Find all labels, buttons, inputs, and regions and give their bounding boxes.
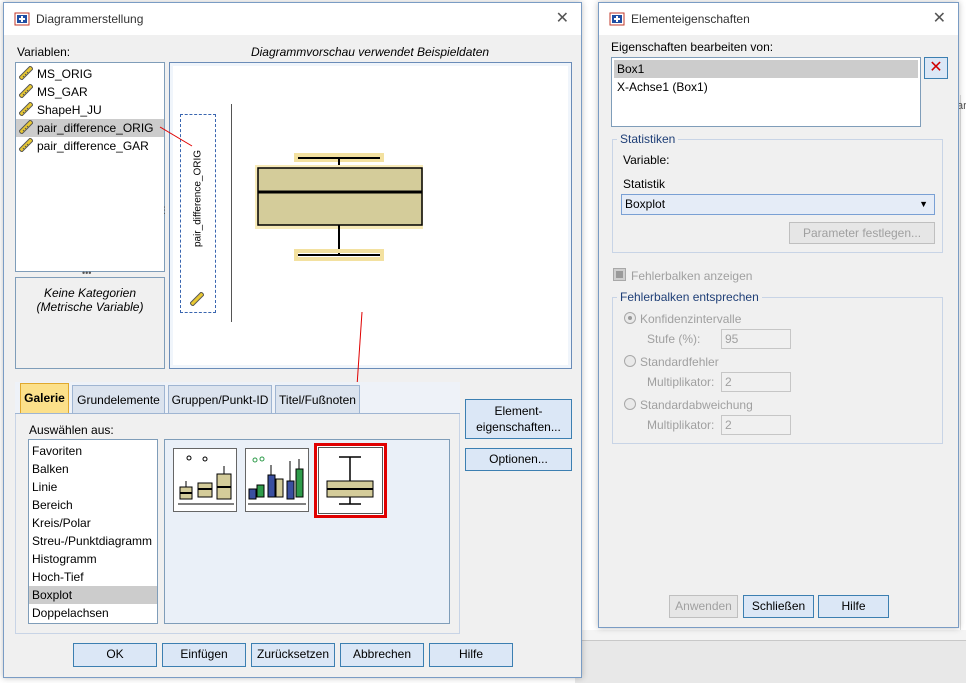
- clustered-boxplot-thumbnail[interactable]: [245, 448, 309, 512]
- chart-type-item[interactable]: Boxplot: [29, 586, 157, 604]
- spss-app-icon: [609, 11, 625, 27]
- spss-app-icon: [14, 11, 30, 27]
- tab-titles-footnotes[interactable]: Titel/Fußnoten: [275, 385, 360, 413]
- cancel-button[interactable]: Abbrechen: [340, 643, 424, 667]
- chart-type-item[interactable]: Histogramm: [29, 550, 157, 568]
- simple-boxplot-thumbnail[interactable]: [173, 448, 237, 512]
- error-bars-group-title: Fehlerbalken entsprechen: [617, 290, 762, 304]
- standard-deviation-multiplier-label: Multiplikator:: [647, 418, 715, 432]
- ok-button[interactable]: OK: [73, 643, 157, 667]
- variable-label: Variable:: [623, 153, 670, 167]
- no-categories-text: Keine Kategorien: [43, 286, 137, 300]
- scale-ruler-icon: [18, 119, 34, 135]
- delete-element-icon[interactable]: ✕: [924, 57, 948, 79]
- statistic-select[interactable]: Boxplot ▼: [621, 194, 935, 215]
- statistic-label: Statistik: [623, 177, 666, 191]
- confidence-intervals-label: Konfidenzintervalle: [640, 312, 742, 326]
- chart-type-item[interactable]: Favoriten: [29, 442, 157, 460]
- metric-variable-text: (Metrische Variable): [36, 300, 144, 314]
- variables-label: Variablen:: [17, 45, 71, 59]
- splitter-dots-icon[interactable]: •••: [82, 269, 102, 278]
- variable-item[interactable]: MS_ORIG: [16, 65, 164, 83]
- variable-item[interactable]: MS_GAR: [16, 83, 164, 101]
- variable-item[interactable]: pair_difference_ORIG: [16, 119, 164, 137]
- help-button-right[interactable]: Hilfe: [818, 595, 889, 618]
- statistics-group-title: Statistiken: [617, 132, 679, 146]
- preview-caption: Diagrammvorschau verwendet Beispieldaten: [250, 45, 490, 59]
- variable-item[interactable]: ShapeH_JU: [16, 101, 164, 119]
- close-icon[interactable]: ✕: [933, 11, 946, 27]
- variable-item-label: MS_ORIG: [37, 67, 93, 81]
- variable-item-label: pair_difference_ORIG: [37, 121, 154, 135]
- paste-button[interactable]: Einfügen: [162, 643, 246, 667]
- element-properties-title: Elementeigenschaften: [631, 12, 750, 26]
- standard-deviation-radio[interactable]: [624, 398, 636, 410]
- set-parameters-button[interactable]: Parameter festlegen...: [789, 222, 935, 244]
- chart-type-item[interactable]: Streu-/Punktdiagramm: [29, 532, 157, 550]
- help-button[interactable]: Hilfe: [429, 643, 513, 667]
- tab-groups-point-id[interactable]: Gruppen/Punkt-ID: [168, 385, 272, 413]
- chart-type-item[interactable]: Balken: [29, 460, 157, 478]
- scale-ruler-icon: [18, 65, 34, 81]
- chart-type-item[interactable]: Bereich: [29, 496, 157, 514]
- scale-ruler-icon: [18, 83, 34, 99]
- standard-error-multiplier-input[interactable]: 2: [721, 372, 791, 392]
- element-item-x-axis[interactable]: X-Achse1 (Box1): [614, 78, 918, 96]
- chart-type-list[interactable]: Favoriten Balken Linie Bereich Kreis/Polar St…: [28, 439, 158, 624]
- edit-properties-label: Eigenschaften bearbeiten von:: [611, 40, 774, 54]
- standard-error-radio[interactable]: [624, 355, 636, 367]
- close-button[interactable]: Schließen: [743, 595, 814, 618]
- element-properties-line1: Element-: [494, 404, 543, 418]
- standard-error-multiplier-label: Multiplikator:: [647, 375, 715, 389]
- variable-item-label: pair_difference_GAR: [37, 139, 149, 153]
- confidence-intervals-radio[interactable]: [624, 312, 636, 324]
- chart-type-item[interactable]: Hoch-Tief: [29, 568, 157, 586]
- tab-basic-elements[interactable]: Grundelemente: [72, 385, 165, 413]
- close-icon[interactable]: ✕: [556, 11, 569, 27]
- chart-builder-title: Diagrammerstellung: [36, 12, 144, 26]
- chevron-down-icon: ▼: [919, 199, 928, 209]
- chart-type-item[interactable]: Kreis/Polar: [29, 514, 157, 532]
- level-input[interactable]: 95: [721, 329, 791, 349]
- chart-type-item[interactable]: Linie: [29, 478, 157, 496]
- element-properties-line2: eigenschaften...: [476, 420, 561, 434]
- options-button[interactable]: Optionen...: [465, 448, 572, 471]
- standard-error-label: Standardfehler: [640, 355, 719, 369]
- tab-gallery[interactable]: Galerie: [20, 383, 69, 413]
- element-list[interactable]: Box1 X-Achse1 (Box1): [611, 57, 921, 127]
- error-bars-label: Fehlerbalken anzeigen: [631, 269, 753, 283]
- apply-button[interactable]: Anwenden: [669, 595, 738, 618]
- element-properties-titlebar: Elementeigenschaften ✕: [599, 3, 958, 35]
- error-bars-checkbox[interactable]: [613, 268, 626, 281]
- level-label: Stufe (%):: [647, 332, 701, 346]
- variable-item-label: MS_GAR: [37, 85, 88, 99]
- background-taskbar: [575, 640, 966, 683]
- standard-deviation-multiplier-input[interactable]: 2: [721, 415, 791, 435]
- chart-builder-titlebar: Diagrammerstellung ✕: [4, 3, 581, 35]
- reset-button[interactable]: Zurücksetzen: [251, 643, 335, 667]
- scale-ruler-icon: [18, 101, 34, 117]
- variable-item[interactable]: pair_difference_GAR: [16, 137, 164, 155]
- choose-from-label: Auswählen aus:: [29, 423, 114, 437]
- chart-type-item[interactable]: Doppelachsen: [29, 604, 157, 622]
- element-item-box1[interactable]: Box1: [614, 60, 918, 78]
- background-grid: [960, 95, 966, 635]
- variable-item-label: ShapeH_JU: [37, 103, 102, 117]
- element-properties-button[interactable]: Element- eigenschaften...: [465, 399, 572, 439]
- one-dimensional-boxplot-thumbnail[interactable]: [314, 443, 387, 518]
- category-drop-zone[interactable]: Keine Kategorien (Metrische Variable): [15, 277, 165, 369]
- standard-deviation-label: Standardabweichung: [640, 398, 753, 412]
- variable-list[interactable]: MS_ORIG MS_GAR ShapeH_JU pair_difference_OR…: [15, 62, 165, 272]
- scale-ruler-icon: [18, 137, 34, 153]
- statistic-select-value: Boxplot: [625, 197, 666, 211]
